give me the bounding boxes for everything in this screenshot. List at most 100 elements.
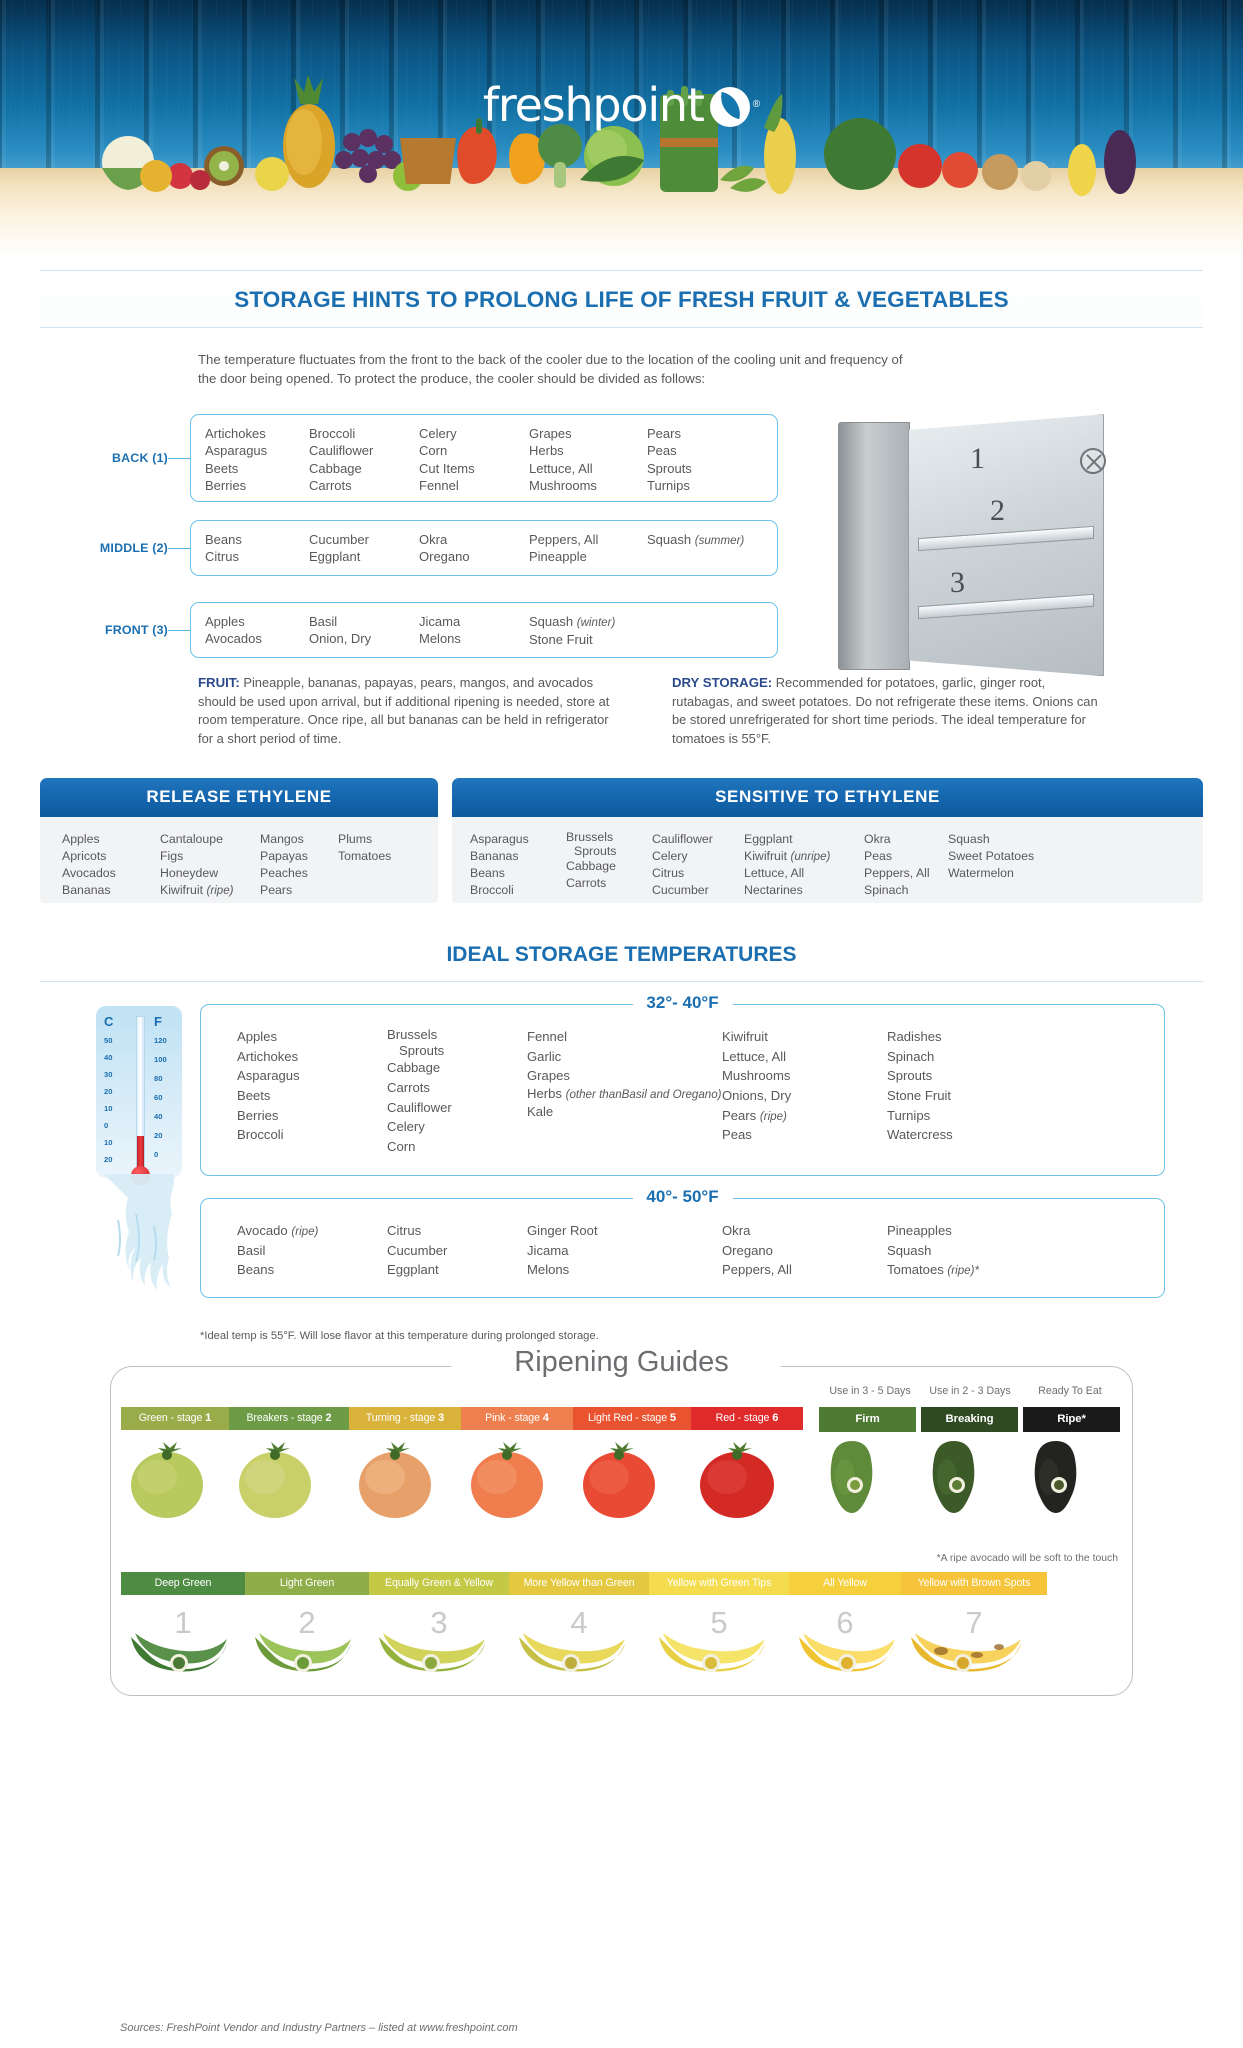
banana-image-4: 4 xyxy=(509,1599,649,1681)
zone-column: Jicama Melons xyxy=(419,614,461,647)
temperature-column: Ginger Root Jicama Melons xyxy=(527,1222,598,1278)
ethylene-item-brussels-sprouts: Brussels Sprouts xyxy=(566,829,617,858)
temperature-column: Apples Artichokes Asparagus Beets Berrie… xyxy=(237,1028,300,1143)
zone-row-middle: MIDDLE (2) Beans Citrus Cucumber Eggplan… xyxy=(82,520,778,577)
avocado-stage-label: Breaking xyxy=(921,1406,1018,1432)
banana-image-7: 7 xyxy=(901,1599,1047,1681)
avocado-image-breaking xyxy=(921,1437,1018,1525)
banana-image-2: 2 xyxy=(245,1599,369,1681)
banana-images: 1 2 3 4 5 6 7 xyxy=(121,1599,1047,1681)
ethylene-column: Plums Tomatoes xyxy=(338,831,392,863)
thermometer-f-tick: 120 xyxy=(154,1035,167,1045)
avocado-image-ripe xyxy=(1023,1437,1120,1525)
avocado-header: Ready To Eat xyxy=(1038,1384,1102,1397)
tomato-stage-label: Turning - stage 3 xyxy=(349,1406,461,1430)
zone-column: Broccoli Cauliflower Cabbage Carrots xyxy=(309,426,374,493)
thermometer-c-tick: 10 xyxy=(104,1103,113,1113)
temperature-boxes: 32°- 40°F Apples Artichokes Asparagus Be… xyxy=(200,992,1165,1298)
temperature-item-herbs: Herbs (other thanBasil and Oregano) xyxy=(527,1085,722,1101)
thermometer-c-tick: 20 xyxy=(104,1154,113,1164)
temperature-column: Okra Oregano Peppers, All xyxy=(722,1222,792,1278)
banana-number: 3 xyxy=(430,1604,448,1640)
avocado-headers: Use in 3 - 5 Days Use in 2 - 3 Days Read… xyxy=(820,1385,1120,1397)
avocado-image-firm xyxy=(819,1437,916,1525)
thermometer-c-tick: 40 xyxy=(104,1052,113,1062)
banana-number: 5 xyxy=(710,1604,728,1640)
cooler-zone-number-3: 3 xyxy=(950,566,965,600)
banana-stage-bar: Deep Green Light Green Equally Green & Y… xyxy=(121,1571,1047,1595)
storage-hints-heading: STORAGE HINTS TO PROLONG LIFE OF FRESH F… xyxy=(40,270,1203,328)
zone-column: Artichokes Asparagus Beets Berries xyxy=(205,426,268,493)
zone-box-middle: Beans Citrus Cucumber Eggplant Okra Oreg… xyxy=(190,520,778,577)
thermometer-c-tick: 20 xyxy=(104,1086,113,1096)
avocado-stage-label: Ripe* xyxy=(1023,1406,1120,1432)
zone-label-front: FRONT (3) xyxy=(104,623,168,638)
thermometer-f-tick: 40 xyxy=(154,1111,163,1121)
zone-column: Basil Onion, Dry xyxy=(309,614,372,647)
hero-banner: freshpoint ® xyxy=(0,0,1243,258)
tomato-image-3 xyxy=(349,1437,461,1523)
zone-label-middle: MIDDLE (2) xyxy=(99,541,168,556)
cooler-door xyxy=(838,422,910,671)
avocado-stage-label: Firm xyxy=(819,1406,916,1432)
temperature-column: Pineapples Squash Tomatoes (ripe)* xyxy=(887,1222,979,1278)
thermometer-f-tick: 60 xyxy=(154,1092,163,1102)
leaf-icon xyxy=(709,87,750,127)
ethylene-panels: RELEASE ETHYLENE Apples Apricots Avocado… xyxy=(40,777,1203,903)
cooler-illustration: 1 2 3 xyxy=(822,414,1122,677)
storage-notes: FRUIT: Pineapple, bananas, papayas, pear… xyxy=(198,674,1098,748)
ethylene-column: Mangos Papayas Peaches Pears xyxy=(260,831,308,897)
sensitive-ethylene-panel: SENSITIVE TO ETHYLENE Asparagus Bananas … xyxy=(452,777,1203,903)
ideal-temperatures-heading: IDEAL STORAGE TEMPERATURES xyxy=(40,943,1203,982)
cooler-zone-number-2: 2 xyxy=(990,494,1005,528)
temperature-column: Kiwifruit Lettuce, All Mushrooms Onions,… xyxy=(722,1028,792,1143)
thermometer-drip-illustration xyxy=(102,1173,176,1304)
temperature-footnote: *Ideal temp is 55°F. Will lose flavor at… xyxy=(200,1329,599,1342)
zone-column: Okra Oregano xyxy=(419,532,470,565)
zone-label-back: BACK (1) xyxy=(112,451,168,466)
zone-column: Cucumber Eggplant xyxy=(309,532,369,565)
thermometer-celsius-label: C xyxy=(104,1013,114,1029)
banana-number: 2 xyxy=(298,1604,316,1640)
trademark-symbol: ® xyxy=(752,99,761,110)
tomato-stage-label: Pink - stage 4 xyxy=(461,1406,573,1430)
zone-connector-back xyxy=(168,457,190,459)
sensitive-ethylene-title: SENSITIVE TO ETHYLENE xyxy=(452,777,1203,817)
freshpoint-logo: freshpoint ® xyxy=(0,78,1243,132)
logo-wordmark: freshpoint xyxy=(482,78,705,132)
ethylene-column: Squash Sweet Potatoes Watermelon xyxy=(948,831,1035,880)
zone-column: Squash (summer) xyxy=(647,532,745,548)
banana-stage-label: All Yellow xyxy=(789,1571,901,1595)
dry-storage-note-title: DRY STORAGE: xyxy=(672,675,773,691)
tomato-image-6 xyxy=(691,1437,803,1523)
fruit-note: FRUIT: Pineapple, bananas, papayas, pear… xyxy=(198,674,624,748)
temperature-column: Radishes Spinach Sprouts Stone Fruit Tur… xyxy=(887,1028,953,1143)
fruit-note-title: FRUIT: xyxy=(198,675,240,691)
temperature-column: Fennel Garlic Grapes Herbs (other thanBa… xyxy=(527,1028,722,1119)
temperature-column: Citrus Cucumber Eggplant xyxy=(387,1222,448,1278)
temperature-section: C F 50 40 30 20 10 0 10 20 120 100 80 60… xyxy=(0,992,1243,1320)
sources-text: Sources: FreshPoint Vendor and Industry … xyxy=(120,2022,518,2034)
tomato-image-4 xyxy=(461,1437,573,1523)
tomato-stage-label: Green - stage 1 xyxy=(121,1406,229,1430)
release-ethylene-panel: RELEASE ETHYLENE Apples Apricots Avocado… xyxy=(40,777,438,903)
cooler-zones: BACK (1) Artichokes Asparagus Beets Berr… xyxy=(0,406,1243,677)
banana-stage-label: More Yellow than Green xyxy=(509,1571,649,1595)
avocado-images xyxy=(819,1437,1120,1525)
zone-connector-middle xyxy=(168,547,190,549)
fruit-note-text: Pineapple, bananas, papayas, pears, mang… xyxy=(198,675,610,746)
temperature-badge-32-40: 32°- 40°F xyxy=(632,992,733,1013)
banana-image-3: 3 xyxy=(369,1599,509,1681)
ripening-guides-panel: Ripening Guides Use in 3 - 5 Days Use in… xyxy=(110,1345,1133,1696)
thermometer-f-tick: 0 xyxy=(154,1149,159,1159)
tomato-stage-label: Light Red - stage 5 xyxy=(573,1406,691,1430)
zone-column: Celery Corn Cut Items Fennel xyxy=(419,426,475,493)
dry-storage-note: DRY STORAGE: Recommended for potatoes, g… xyxy=(672,674,1098,748)
tomato-image-1 xyxy=(121,1437,229,1523)
thermometer-c-tick: 50 xyxy=(104,1035,113,1045)
thermometer-c-tick: 10 xyxy=(104,1137,113,1147)
temperature-badge-40-50: 40°- 50°F xyxy=(632,1186,733,1207)
banana-number: 4 xyxy=(570,1604,588,1640)
temperature-range-32-40: 32°- 40°F Apples Artichokes Asparagus Be… xyxy=(200,992,1165,1176)
banana-stage-label: Yellow with Green Tips xyxy=(649,1571,789,1595)
